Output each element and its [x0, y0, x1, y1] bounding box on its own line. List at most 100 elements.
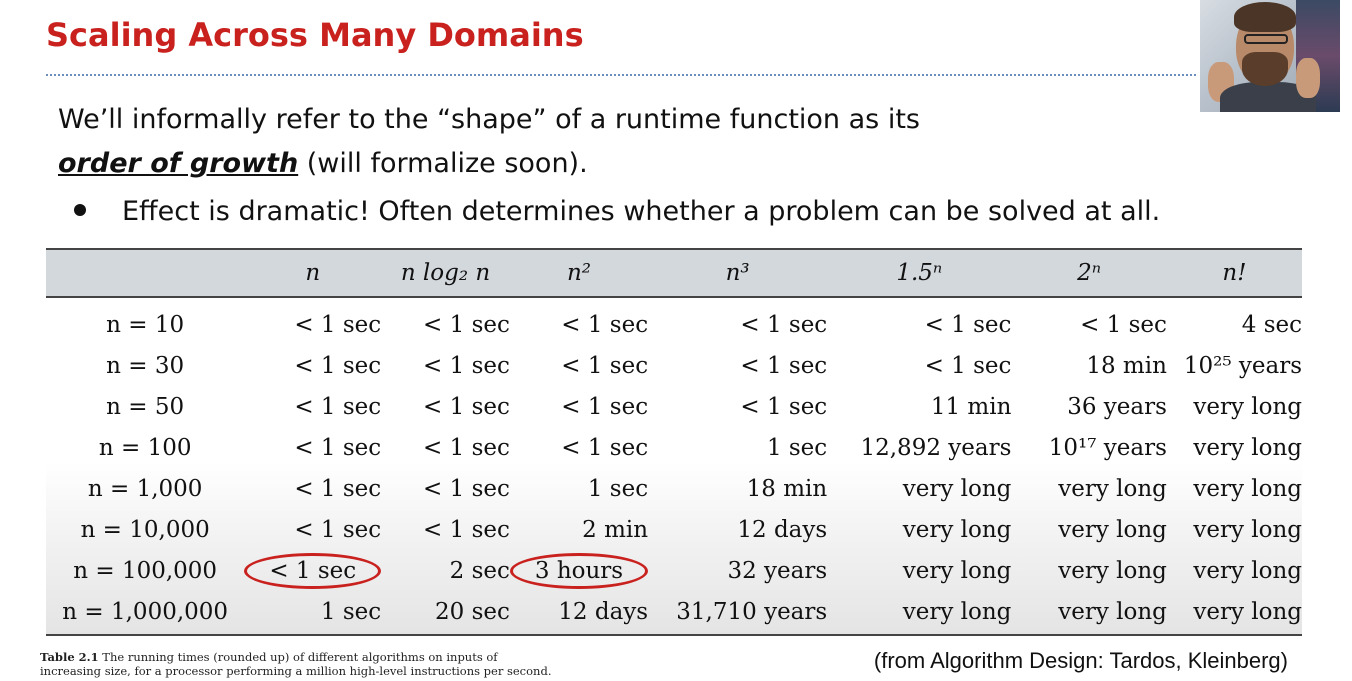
- table-cell-circled: 3 hours: [509, 550, 649, 591]
- table-cell: < 1 sec: [423, 352, 510, 379]
- webcam-hair: [1234, 2, 1296, 32]
- header-empty: [46, 250, 244, 296]
- table-cell: very long: [902, 475, 1012, 502]
- table-cell: 31,710 years: [676, 598, 828, 625]
- table-cell: < 1 sec: [423, 475, 510, 502]
- caption-text-1: The running times (rounded up) of differ…: [98, 650, 498, 664]
- table-row: n = 1,000,000 1 sec 20 sec 12 days 31,71…: [46, 591, 1302, 632]
- table-cell: 10²⁵ years: [1183, 352, 1302, 379]
- table-row: n = 10,000 < 1 sec < 1 sec 2 min 12 days…: [46, 509, 1302, 550]
- table-cell: 36 years: [1067, 393, 1167, 420]
- caption-line-2: increasing size, for a processor perform…: [40, 664, 552, 678]
- table-cell: 18 min: [746, 475, 828, 502]
- webcam-beard: [1242, 52, 1288, 86]
- table-cell: < 1 sec: [561, 393, 649, 420]
- table-cell: 1 sec: [766, 434, 828, 461]
- webcam-glasses: [1244, 34, 1288, 44]
- table-cell: 12,892 years: [860, 434, 1012, 461]
- table-cell: < 1 sec: [561, 352, 649, 379]
- table-cell: 2 min: [582, 516, 649, 543]
- presenter-webcam-icon: [1200, 0, 1340, 112]
- table-cell: very long: [1193, 557, 1302, 584]
- table-cell: very long: [902, 557, 1012, 584]
- table-cell: 1 sec: [587, 475, 649, 502]
- red-circle-annotation: < 1 sec: [244, 552, 382, 589]
- table-cell: 32 years: [727, 557, 828, 584]
- bullet-text: Effect is dramatic! Often determines whe…: [122, 196, 1161, 227]
- table-row: n = 1,000 < 1 sec < 1 sec 1 sec 18 min v…: [46, 468, 1302, 509]
- caption-line-1: Table 2.1 The running times (rounded up)…: [40, 650, 551, 664]
- intro-line-1: We’ll informally refer to the “shape” of…: [58, 104, 920, 135]
- table-cell: < 1 sec: [294, 393, 382, 420]
- table-row: n = 50 < 1 sec < 1 sec < 1 sec < 1 sec 1…: [46, 386, 1302, 427]
- table-cell: < 1 sec: [740, 352, 828, 379]
- table-cell: very long: [1193, 434, 1302, 461]
- table-cell: < 1 sec: [294, 311, 382, 338]
- table-row: n = 100,000 < 1 sec 2 sec 3 hours 32 yea…: [46, 550, 1302, 591]
- table-cell: very long: [1058, 598, 1167, 625]
- table-cell: 12 days: [558, 598, 649, 625]
- table-cell: < 1 sec: [1080, 311, 1167, 338]
- bullet-dot-icon: [74, 203, 86, 216]
- title-divider: [46, 74, 1196, 76]
- row-label: n = 100,000: [73, 557, 218, 584]
- table-row: n = 100 < 1 sec < 1 sec < 1 sec 1 sec 12…: [46, 427, 1302, 468]
- table-cell: < 1 sec: [740, 393, 828, 420]
- source-citation: (from Algorithm Design: Tardos, Kleinber…: [873, 648, 1288, 673]
- row-label: n = 50: [106, 393, 185, 420]
- table-cell: very long: [902, 598, 1012, 625]
- table-cell: 20 sec: [435, 598, 510, 625]
- table-cell: very long: [1193, 598, 1302, 625]
- table-cell-circled: < 1 sec: [244, 550, 382, 591]
- row-label: n = 10: [106, 311, 185, 338]
- row-label: n = 10,000: [80, 516, 210, 543]
- table-spacer: [46, 296, 1302, 304]
- header-n-squared: n²: [566, 260, 591, 286]
- table-cell: 1 sec: [320, 598, 382, 625]
- table-cell: < 1 sec: [423, 516, 510, 543]
- table-cell: < 1 sec: [423, 311, 510, 338]
- table-cell: very long: [1058, 557, 1167, 584]
- table-cell: very long: [1058, 475, 1167, 502]
- table-cell: very long: [902, 516, 1012, 543]
- table-cell: < 1 sec: [294, 475, 382, 502]
- row-label: n = 1,000: [87, 475, 203, 502]
- table-cell: very long: [1193, 475, 1302, 502]
- caption-label: Table 2.1: [40, 650, 99, 664]
- bullet-item: Effect is dramatic! Often determines whe…: [74, 196, 1160, 227]
- runtime-table: n n log₂ n n² n³ 1.5ⁿ 2ⁿ n! n = 10 < 1 s…: [46, 250, 1302, 632]
- running-times-table: n n log₂ n n² n³ 1.5ⁿ 2ⁿ n! n = 10 < 1 s…: [46, 248, 1302, 636]
- table-cell: 10¹⁷ years: [1048, 434, 1167, 461]
- row-label: n = 100: [98, 434, 192, 461]
- table-cell: < 1 sec: [561, 311, 649, 338]
- table-cell: 4 sec: [1241, 311, 1302, 338]
- intro-line-2: order of growth (will formalize soon).: [58, 142, 920, 186]
- header-n-log-n: n log₂ n: [400, 260, 491, 286]
- table-cell: < 1 sec: [423, 393, 510, 420]
- table-cell: very long: [1193, 516, 1302, 543]
- header-n-cubed: n³: [725, 260, 750, 286]
- order-of-growth-term: order of growth: [58, 148, 299, 179]
- table-caption: Table 2.1 The running times (rounded up)…: [40, 650, 551, 678]
- table-bottom-rule: [46, 634, 1302, 636]
- table-cell: < 1 sec: [423, 434, 510, 461]
- table-cell: < 1 sec: [294, 434, 382, 461]
- table-row: n = 30 < 1 sec < 1 sec < 1 sec < 1 sec <…: [46, 345, 1302, 386]
- table-header-row: n n log₂ n n² n³ 1.5ⁿ 2ⁿ n!: [46, 250, 1302, 296]
- header-n-factorial: n!: [1222, 260, 1247, 286]
- row-label: n = 30: [106, 352, 185, 379]
- slide-title: Scaling Across Many Domains: [46, 16, 584, 54]
- table-cell: 2 sec: [449, 557, 510, 584]
- table-cell: < 1 sec: [294, 352, 382, 379]
- header-2-pow-n: 2ⁿ: [1077, 260, 1102, 286]
- table-cell: < 1 sec: [740, 311, 828, 338]
- table-cell: < 1 sec: [924, 311, 1012, 338]
- intro-text: We’ll informally refer to the “shape” of…: [58, 98, 920, 186]
- table-cell: very long: [1058, 516, 1167, 543]
- header-1-5-pow-n: 1.5ⁿ: [896, 260, 943, 286]
- table-cell: very long: [1193, 393, 1302, 420]
- table-cell: < 1 sec: [294, 516, 382, 543]
- row-label: n = 1,000,000: [62, 598, 229, 625]
- webcam-hand-right: [1296, 58, 1320, 98]
- table-row: n = 10 < 1 sec < 1 sec < 1 sec < 1 sec <…: [46, 304, 1302, 345]
